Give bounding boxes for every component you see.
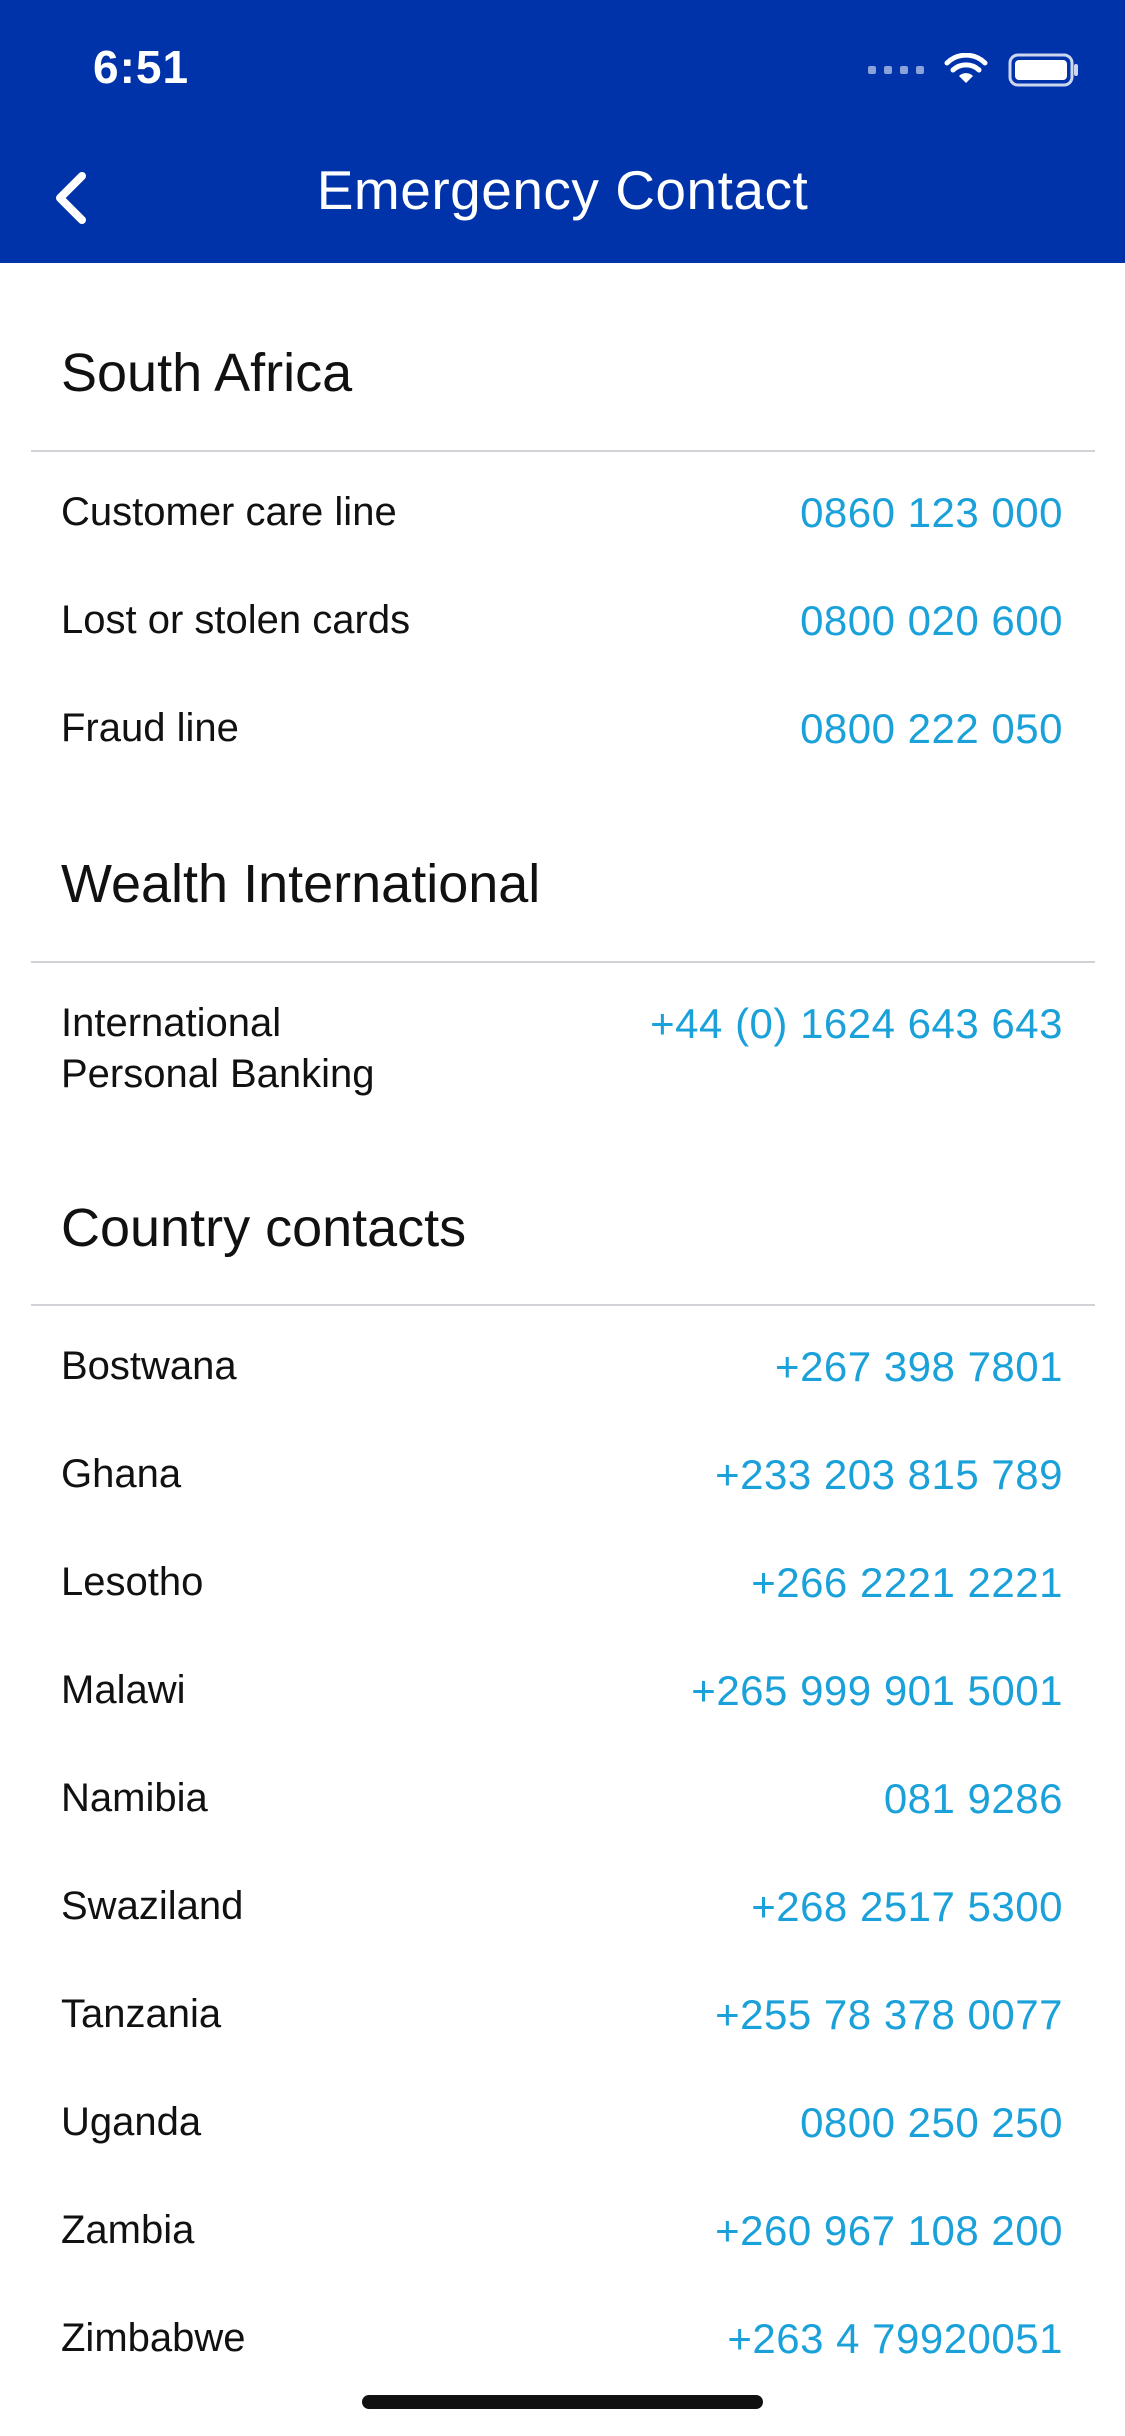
- country-label: Zimbabwe: [61, 2316, 246, 2360]
- phone-link[interactable]: +265 999 901 5001: [691, 1665, 1063, 1716]
- phone-link[interactable]: +263 4 79920051: [727, 2313, 1063, 2364]
- phone-link[interactable]: +44 (0) 1624 643 643: [650, 998, 1063, 1049]
- navigation-header: 6:51 Emergency Contact: [0, 0, 1125, 263]
- battery-icon: [1008, 53, 1078, 87]
- contact-label: Lost or stolen cards: [61, 598, 411, 642]
- section-title-wealth-international: Wealth International: [61, 854, 541, 914]
- country-label: Uganda: [61, 2100, 202, 2144]
- phone-link[interactable]: +267 398 7801: [775, 1341, 1063, 1392]
- contact-label: International: [61, 1001, 282, 1045]
- section-title-country-contacts: Country contacts: [61, 1198, 467, 1258]
- status-time: 6:51: [93, 41, 190, 93]
- phone-link[interactable]: 0800 222 050: [800, 703, 1063, 754]
- phone-link[interactable]: +260 967 108 200: [715, 2205, 1063, 2256]
- contact-label: Fraud line: [61, 706, 239, 750]
- country-label: Lesotho: [61, 1560, 204, 1604]
- country-label: Ghana: [61, 1452, 182, 1496]
- contact-label: Customer care line: [61, 490, 397, 534]
- country-label: Namibia: [61, 1776, 208, 1820]
- section-divider: [31, 1304, 1095, 1306]
- country-label: Tanzania: [61, 1992, 222, 2036]
- phone-link[interactable]: +233 203 815 789: [715, 1449, 1063, 1500]
- section-divider: [31, 961, 1095, 963]
- phone-link[interactable]: 0800 250 250: [800, 2097, 1063, 2148]
- status-icons: [868, 50, 1080, 90]
- contact-label: Personal Banking: [61, 1052, 375, 1096]
- country-label: Swaziland: [61, 1884, 244, 1928]
- country-label: Bostwana: [61, 1344, 237, 1388]
- phone-link[interactable]: +255 78 378 0077: [715, 1989, 1063, 2040]
- wifi-icon: [944, 53, 988, 83]
- phone-link[interactable]: +268 2517 5300: [751, 1881, 1063, 1932]
- section-divider: [31, 450, 1095, 452]
- home-indicator[interactable]: [362, 2395, 763, 2409]
- country-label: Malawi: [61, 1668, 186, 1712]
- page-title: Emergency Contact: [316, 159, 809, 221]
- phone-link[interactable]: 081 9286: [884, 1773, 1063, 1824]
- country-label: Zambia: [61, 2208, 195, 2252]
- cellular-signal-icon: [868, 66, 924, 74]
- phone-link[interactable]: 0860 123 000: [800, 487, 1063, 538]
- phone-link[interactable]: +266 2221 2221: [751, 1557, 1063, 1608]
- section-title-south-africa: South Africa: [61, 343, 353, 403]
- phone-link[interactable]: 0800 020 600: [800, 595, 1063, 646]
